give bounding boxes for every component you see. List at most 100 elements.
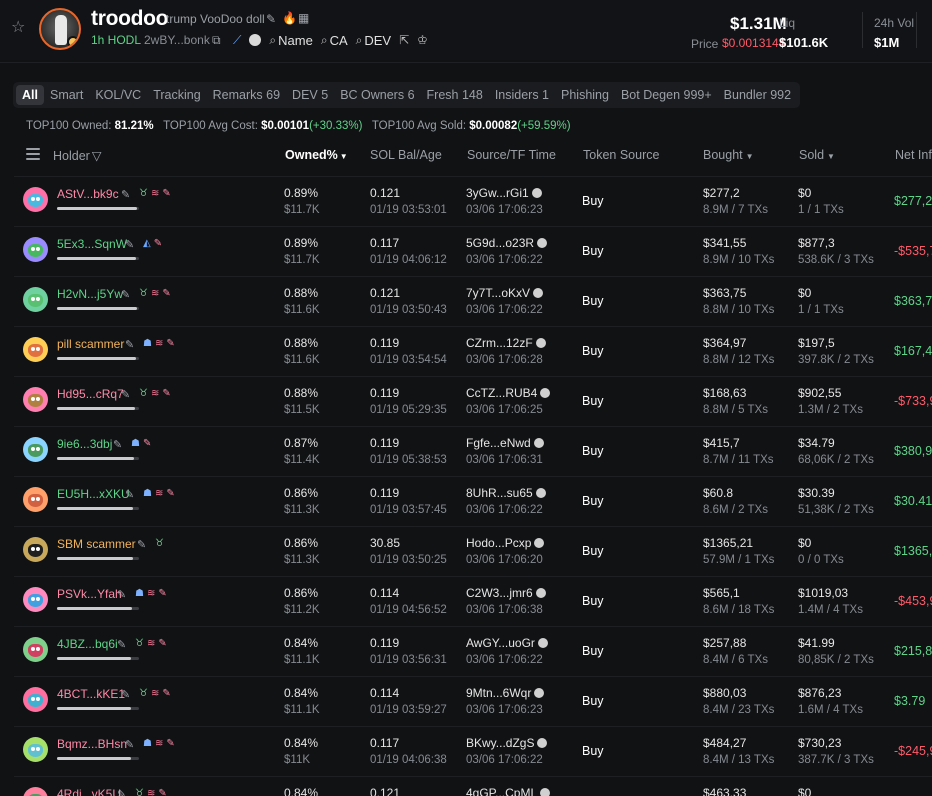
search-name-link[interactable]: ⌕ Name	[269, 33, 312, 48]
holder-address[interactable]: PSVk...Yfah	[57, 587, 122, 601]
tab-fresh-148[interactable]: Fresh 148	[421, 85, 489, 105]
edit-icon[interactable]: ✎	[113, 438, 122, 451]
tab-phishing[interactable]: Phishing	[555, 85, 615, 105]
contract-address[interactable]: 2wBY...bonk	[144, 33, 210, 47]
avatar[interactable]	[23, 387, 48, 412]
holder-address[interactable]: AStV...bk9c	[57, 187, 119, 201]
col-sol-bal[interactable]: SOL Bal/Age	[370, 148, 442, 162]
avatar[interactable]	[23, 337, 48, 362]
holder-address[interactable]: Hd95...cRq7	[57, 387, 124, 401]
tab-kol-vc[interactable]: KOL/VC	[89, 85, 147, 105]
holder-address[interactable]: Bqmz...BHsn	[57, 737, 127, 751]
table-row[interactable]: 4Rdi...yK5U ✎ ♉ ≋ ✎ 0.84% 0.121 4gGP...CpM…	[0, 776, 932, 796]
tab-remarks-69[interactable]: Remarks 69	[207, 85, 286, 105]
table-row[interactable]: 9ie6...3dbj ✎ ☗ ✎ 0.87% $11.4K 0.119 01/1…	[0, 426, 932, 476]
holder-address[interactable]: SBM scammer	[57, 537, 136, 551]
avatar[interactable]	[23, 587, 48, 612]
edit-icon[interactable]: ✎	[137, 538, 146, 551]
table-row[interactable]: EU5H...xXKU ✎ ☗ ≋ ✎ 0.86% $11.3K 0.119 01/…	[0, 476, 932, 526]
edit-icon[interactable]: ✎	[125, 488, 134, 501]
source-address[interactable]: 5G9d...o23R	[466, 236, 548, 250]
source-address[interactable]: Hodo...Pcxp	[466, 536, 545, 550]
col-bought[interactable]: Bought ▼	[703, 148, 754, 162]
share-icon[interactable]: ⇱	[399, 33, 409, 47]
avatar[interactable]	[23, 637, 48, 662]
edit-icon[interactable]: ✎	[121, 188, 130, 201]
edit-icon[interactable]: ✎	[125, 338, 134, 351]
col-holder[interactable]: Holder ▽	[53, 148, 101, 163]
table-row[interactable]: PSVk...Yfah ✎ ☗ ≋ ✎ 0.86% $11.2K 0.114 01/…	[0, 576, 932, 626]
holder-address[interactable]: 5Ex3...SqnW	[57, 237, 127, 251]
tab-insiders-1[interactable]: Insiders 1	[489, 85, 555, 105]
source-address[interactable]: AwGY...uoGr	[466, 636, 548, 650]
source-address[interactable]: Fgfe...eNwd	[466, 436, 544, 450]
holder-address[interactable]: H2vN...j5Yw	[57, 287, 123, 301]
col-token-source[interactable]: Token Source	[583, 148, 659, 162]
edit-icon[interactable]: ✎	[117, 638, 126, 651]
tab-all[interactable]: All	[16, 85, 44, 105]
holder-address[interactable]: pill scammer	[57, 337, 124, 351]
table-row[interactable]: 5Ex3...SqnW ✎ ◭ ✎ 0.89% $11.7K 0.117 01/1…	[0, 226, 932, 276]
avatar[interactable]	[23, 237, 48, 262]
table-row[interactable]: Hd95...cRq7 ✎ ♉ ≋ ✎ 0.88% $11.5K 0.119 01/…	[0, 376, 932, 426]
avatar[interactable]	[23, 487, 48, 512]
source-address[interactable]: 9Mtn...6Wqr	[466, 686, 545, 700]
search-ca-link[interactable]: ⌕ CA	[321, 33, 348, 48]
tab-bundler-992[interactable]: Bundler 992	[718, 85, 797, 105]
col-owned[interactable]: Owned% ▼	[285, 148, 348, 162]
avatar[interactable]	[23, 737, 48, 762]
holder-address[interactable]: EU5H...xXKU	[57, 487, 130, 501]
avatar[interactable]	[23, 537, 48, 562]
holder-address[interactable]: 4BCT...kKE1	[57, 687, 125, 701]
avatar[interactable]	[23, 437, 48, 462]
holder-address[interactable]: 4JBZ...bq6i	[57, 637, 118, 651]
source-address[interactable]: 3yGw...rGi1	[466, 186, 542, 200]
tab-bc-owners-6[interactable]: BC Owners 6	[334, 85, 420, 105]
solana-icon[interactable]	[249, 34, 262, 46]
source-address[interactable]: BKwy...dZgS	[466, 736, 548, 750]
edit-icon[interactable]: ✎	[125, 738, 134, 751]
avatar[interactable]	[23, 187, 48, 212]
avatar[interactable]	[23, 787, 48, 796]
col-sold[interactable]: Sold ▼	[799, 148, 835, 162]
settings-sliders-icon[interactable]	[26, 148, 40, 160]
crown-icon[interactable]: ♔	[417, 33, 428, 47]
search-dev-link[interactable]: ⌕ DEV	[356, 33, 391, 48]
tab-bot-degen-999-[interactable]: Bot Degen 999+	[615, 85, 718, 105]
avatar[interactable]	[23, 687, 48, 712]
table-row[interactable]: pill scammer ✎ ☗ ≋ ✎ 0.88% $11.6K 0.119 01…	[0, 326, 932, 376]
holder-address[interactable]: 4Rdi...yK5U	[57, 787, 121, 796]
filter-icon[interactable]: ▽	[92, 149, 102, 163]
edit-icon[interactable]: ✎	[121, 388, 130, 401]
source-address[interactable]: 4gGP...CpML	[466, 786, 551, 796]
pump-icon[interactable]: ⟋	[233, 33, 241, 48]
table-row[interactable]: AStV...bk9c ✎ ♉ ≋ ✎ 0.89% $11.7K 0.121 01/…	[0, 176, 932, 226]
table-row[interactable]: H2vN...j5Yw ✎ ♉ ≋ ✎ 0.88% $11.6K 0.121 01/…	[0, 276, 932, 326]
table-row[interactable]: SBM scammer ✎ ♉ 0.86% $11.3K 30.85 01/19…	[0, 526, 932, 576]
table-row[interactable]: 4JBZ...bq6i ✎ ♉ ≋ ✎ 0.84% $11.1K 0.119 01/…	[0, 626, 932, 676]
edit-icon[interactable]: ✎	[125, 238, 134, 251]
col-source[interactable]: Source/TF Time	[467, 148, 556, 162]
tab-tracking[interactable]: Tracking	[147, 85, 206, 105]
source-address[interactable]: C2W3...jmr6	[466, 586, 546, 600]
source-address[interactable]: 8UhR...su65	[466, 486, 546, 500]
tab-smart[interactable]: Smart	[44, 85, 89, 105]
holder-address[interactable]: 9ie6...3dbj	[57, 437, 112, 451]
star-icon[interactable]: ☆	[11, 19, 29, 37]
transfer-time: 03/06 17:06:22	[466, 504, 543, 516]
source-address[interactable]: CcTZ...RUB4	[466, 386, 551, 400]
col-net-inflow[interactable]: Net Infl	[895, 148, 932, 162]
copy-icon[interactable]: ⧉	[212, 33, 221, 48]
edit-icon[interactable]: ✎	[117, 588, 126, 601]
edit-icon[interactable]: ✎	[121, 688, 130, 701]
tab-dev-5[interactable]: DEV 5	[286, 85, 334, 105]
edit-icon[interactable]: ✎	[266, 12, 276, 26]
edit-icon[interactable]: ✎	[117, 788, 126, 796]
table-row[interactable]: 4BCT...kKE1 ✎ ♉ ≋ ✎ 0.84% $11.1K 0.114 01/…	[0, 676, 932, 726]
image-icon[interactable]: ▦	[298, 11, 309, 25]
source-address[interactable]: 7y7T...oKxV	[466, 286, 544, 300]
source-address[interactable]: CZrm...12zF	[466, 336, 546, 350]
table-row[interactable]: Bqmz...BHsn ✎ ☗ ≋ ✎ 0.84% $11K 0.117 01/19…	[0, 726, 932, 776]
edit-icon[interactable]: ✎	[121, 288, 130, 301]
avatar[interactable]	[23, 287, 48, 312]
